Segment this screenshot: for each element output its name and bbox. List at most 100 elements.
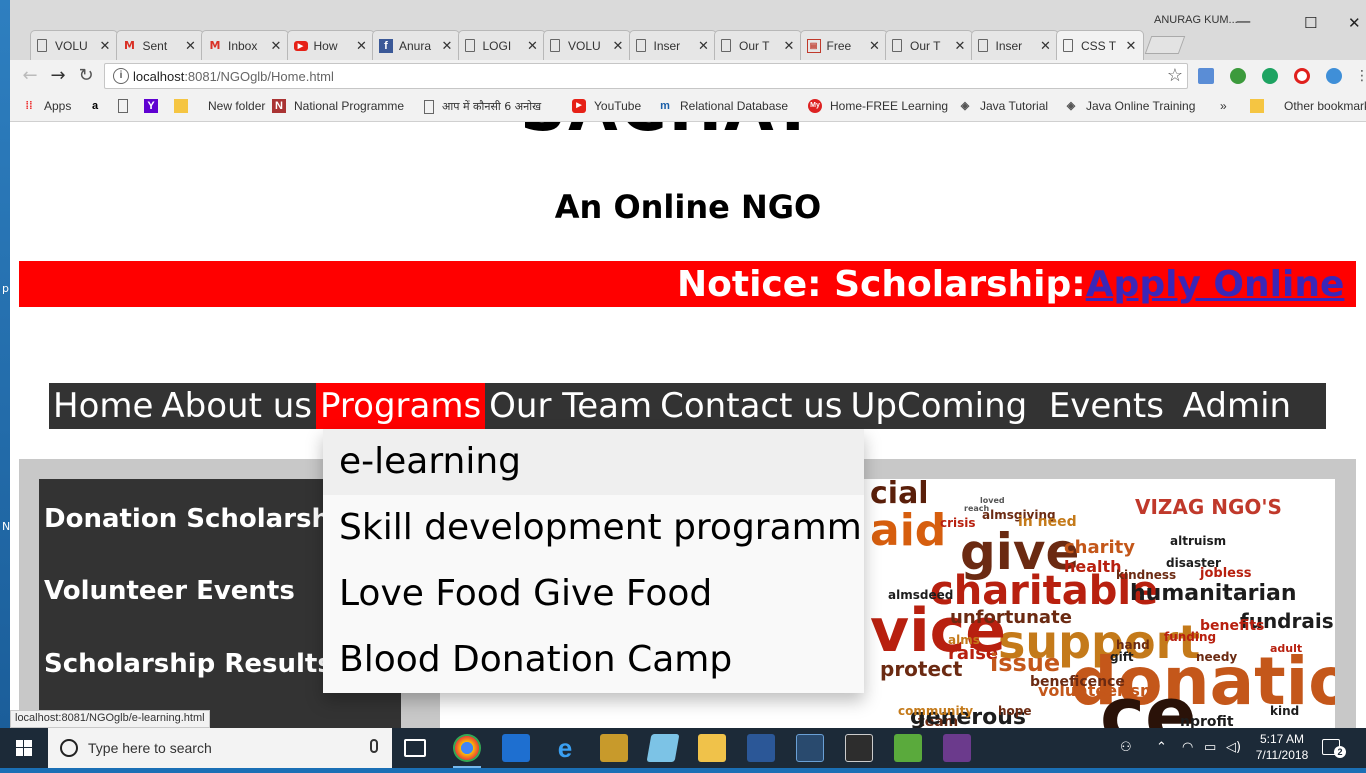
dropdown-e-learning[interactable]: e-learning bbox=[323, 429, 864, 495]
bookmark-folder[interactable]: New folder bbox=[174, 99, 265, 113]
people-icon[interactable]: ⚇ bbox=[1120, 740, 1132, 755]
sidebar-link-volunteer-events[interactable]: Volunteer Events bbox=[44, 576, 295, 606]
nav-contact-us[interactable]: Contact us bbox=[656, 383, 846, 429]
sql-icon[interactable] bbox=[796, 734, 824, 762]
wifi-icon[interactable]: ◠ bbox=[1182, 740, 1193, 755]
browser-tab[interactable]: VOLU ✕ bbox=[543, 30, 631, 60]
globe-extension-icon[interactable] bbox=[1230, 68, 1246, 84]
forward-icon[interactable]: → bbox=[46, 64, 70, 88]
bookmark-national[interactable]: N National Programme bbox=[272, 99, 404, 113]
browser-tab[interactable]: ▤ Free ✕ bbox=[799, 30, 888, 60]
bookmark-page[interactable] bbox=[118, 99, 136, 113]
nav-upcoming-events[interactable]: UpComing Events bbox=[847, 383, 1168, 429]
browser-tab[interactable]: LOGI ✕ bbox=[457, 30, 546, 60]
sidebar-link-donation-scholarship[interactable]: Donation Scholarship bbox=[44, 504, 358, 534]
bookmark-java-tutorial[interactable]: ◈ Java Tutorial bbox=[958, 99, 1048, 113]
microphone-icon[interactable] bbox=[370, 739, 378, 753]
close-tab-icon[interactable]: ✕ bbox=[185, 38, 197, 54]
opera-icon[interactable] bbox=[1294, 68, 1310, 84]
close-tab-icon[interactable]: ✕ bbox=[99, 38, 111, 54]
bookmarks-overflow[interactable]: » bbox=[1220, 99, 1227, 113]
close-tab-icon[interactable]: ✕ bbox=[1040, 38, 1052, 54]
word-cloud-word: gift bbox=[1110, 650, 1134, 664]
snipping-icon[interactable] bbox=[646, 734, 680, 762]
start-button[interactable] bbox=[0, 728, 48, 768]
close-tab-icon[interactable]: ✕ bbox=[1125, 38, 1137, 54]
bookmark-amazon[interactable]: a bbox=[88, 99, 110, 113]
close-tab-icon[interactable]: ✕ bbox=[869, 38, 881, 54]
dropdown-love-food[interactable]: Love Food Give Food bbox=[323, 561, 864, 627]
volume-icon[interactable]: ◁) bbox=[1226, 740, 1241, 755]
file-explorer-icon[interactable] bbox=[698, 734, 726, 762]
clock[interactable]: 5:17 AM 7/11/2018 bbox=[1252, 731, 1312, 763]
maximize-icon[interactable]: ☐ bbox=[1304, 14, 1317, 32]
new-tab-button[interactable] bbox=[1144, 36, 1186, 54]
close-tab-icon[interactable]: ✕ bbox=[954, 38, 966, 54]
nav-our-team[interactable]: Our Team bbox=[485, 383, 656, 429]
bookmark-star-icon[interactable]: ☆ bbox=[1167, 65, 1183, 86]
close-tab-icon[interactable]: ✕ bbox=[527, 38, 539, 54]
close-tab-icon[interactable]: ✕ bbox=[270, 38, 282, 54]
address-bar[interactable]: i localhost:8081/NGOglb/Home.html ☆ bbox=[104, 63, 1188, 89]
bookmark-java-online[interactable]: ◈ Java Online Training bbox=[1064, 99, 1196, 113]
nav-home[interactable]: Home bbox=[49, 383, 157, 429]
chevron-up-icon[interactable]: ⌃ bbox=[1156, 740, 1167, 755]
diamond-icon: ◈ bbox=[960, 100, 970, 112]
close-tab-icon[interactable]: ✕ bbox=[783, 38, 795, 54]
extension-icon[interactable] bbox=[1198, 68, 1214, 84]
wordpad-icon[interactable] bbox=[600, 734, 628, 762]
apply-online-link[interactable]: Apply Online bbox=[1086, 264, 1345, 305]
reload-icon[interactable]: ↻ bbox=[74, 64, 98, 88]
tab-title: VOLU bbox=[55, 38, 88, 53]
nav-about-us[interactable]: About us bbox=[157, 383, 316, 429]
browser-tab[interactable]: VOLU ✕ bbox=[30, 30, 118, 60]
menu-icon[interactable]: ⋮ bbox=[1350, 64, 1366, 88]
word-icon[interactable] bbox=[747, 734, 775, 762]
bookmark-label: Home-FREE Learning bbox=[830, 99, 949, 113]
browser-tab[interactable]: Our T ✕ bbox=[714, 30, 802, 60]
bookmark-home-free[interactable]: My Home-FREE Learning bbox=[808, 99, 948, 113]
browser-tab[interactable]: ▶ How ✕ bbox=[286, 30, 375, 60]
close-tab-icon[interactable]: ✕ bbox=[356, 38, 368, 54]
bookmark-yahoo[interactable]: Y bbox=[144, 99, 166, 113]
taskbar-search[interactable]: Type here to search bbox=[48, 728, 392, 768]
page-icon bbox=[892, 39, 902, 52]
browser-tab[interactable]: f Anura ✕ bbox=[372, 30, 460, 60]
back-icon[interactable]: ← bbox=[18, 64, 42, 88]
browser-tab[interactable]: Inser ✕ bbox=[628, 30, 717, 60]
browser-tab[interactable]: M Inbox ✕ bbox=[201, 30, 289, 60]
battery-icon[interactable]: ▭ bbox=[1204, 740, 1216, 755]
close-tab-icon[interactable]: ✕ bbox=[612, 38, 624, 54]
grammarly-icon[interactable] bbox=[1262, 68, 1278, 84]
bookmark-youtube[interactable]: ▶ YouTube bbox=[572, 99, 641, 113]
sidebar-link-scholarship-results[interactable]: Scholarship Results bbox=[44, 649, 333, 679]
browser-tab[interactable]: Inser ✕ bbox=[970, 30, 1059, 60]
dropdown-blood-donation[interactable]: Blood Donation Camp bbox=[323, 627, 864, 693]
browser-tab[interactable]: M Sent ✕ bbox=[115, 30, 204, 60]
close-tab-icon[interactable]: ✕ bbox=[698, 38, 710, 54]
profile-name[interactable]: ANURAG KUM... bbox=[1154, 14, 1238, 26]
chrome-icon[interactable] bbox=[453, 734, 481, 768]
edge-icon[interactable]: e bbox=[551, 734, 579, 762]
notepad-plus-icon[interactable] bbox=[894, 734, 922, 762]
task-view-icon[interactable] bbox=[404, 739, 426, 757]
url-text[interactable]: localhost:8081/NGOglb/Home.html bbox=[133, 69, 334, 84]
nav-admin[interactable]: Admin bbox=[1168, 383, 1295, 429]
close-tab-icon[interactable]: ✕ bbox=[441, 38, 453, 54]
bookmark-apps[interactable]: ⁞⁞ Apps bbox=[22, 99, 71, 113]
browser-extension-icon[interactable] bbox=[1326, 68, 1342, 84]
bookmark-other[interactable]: Other bookmarks bbox=[1250, 99, 1366, 113]
bookmark-label: New folder bbox=[208, 99, 266, 113]
dropdown-skill-development[interactable]: Skill development programm bbox=[323, 495, 864, 561]
bookmark-hindi[interactable]: आप में कौनसी 6 अनोख bbox=[424, 99, 541, 114]
minimize-icon[interactable]: — bbox=[1236, 12, 1251, 30]
info-icon[interactable]: i bbox=[113, 68, 129, 84]
browser-tab[interactable]: Our T ✕ bbox=[885, 30, 973, 60]
nav-programs[interactable]: Programs bbox=[316, 383, 486, 429]
close-window-icon[interactable]: ✕ bbox=[1348, 14, 1361, 32]
photos-icon[interactable] bbox=[845, 734, 873, 762]
game-icon[interactable] bbox=[943, 734, 971, 762]
store-icon[interactable] bbox=[502, 734, 530, 762]
bookmark-relational[interactable]: m Relational Database bbox=[658, 99, 788, 113]
browser-tab[interactable]: CSS T ✕ bbox=[1056, 30, 1144, 60]
